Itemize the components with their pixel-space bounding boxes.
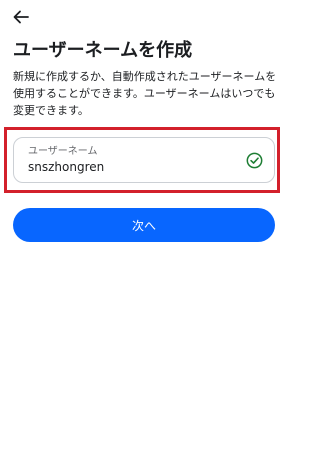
back-button[interactable] xyxy=(10,6,32,28)
username-field-label: ユーザーネーム xyxy=(28,146,98,157)
next-button[interactable]: 次へ xyxy=(13,208,275,242)
page-description: 新規に作成するか、自動作成されたユーザーネームを使用することができます。ユーザー… xyxy=(13,70,277,117)
page-title: ユーザーネームを作成 xyxy=(13,40,193,61)
arrow-left-icon xyxy=(13,10,29,24)
username-input[interactable]: snszhongren xyxy=(28,160,104,175)
username-field[interactable]: ユーザーネーム snszhongren xyxy=(13,137,275,183)
check-circle-icon xyxy=(246,152,263,169)
